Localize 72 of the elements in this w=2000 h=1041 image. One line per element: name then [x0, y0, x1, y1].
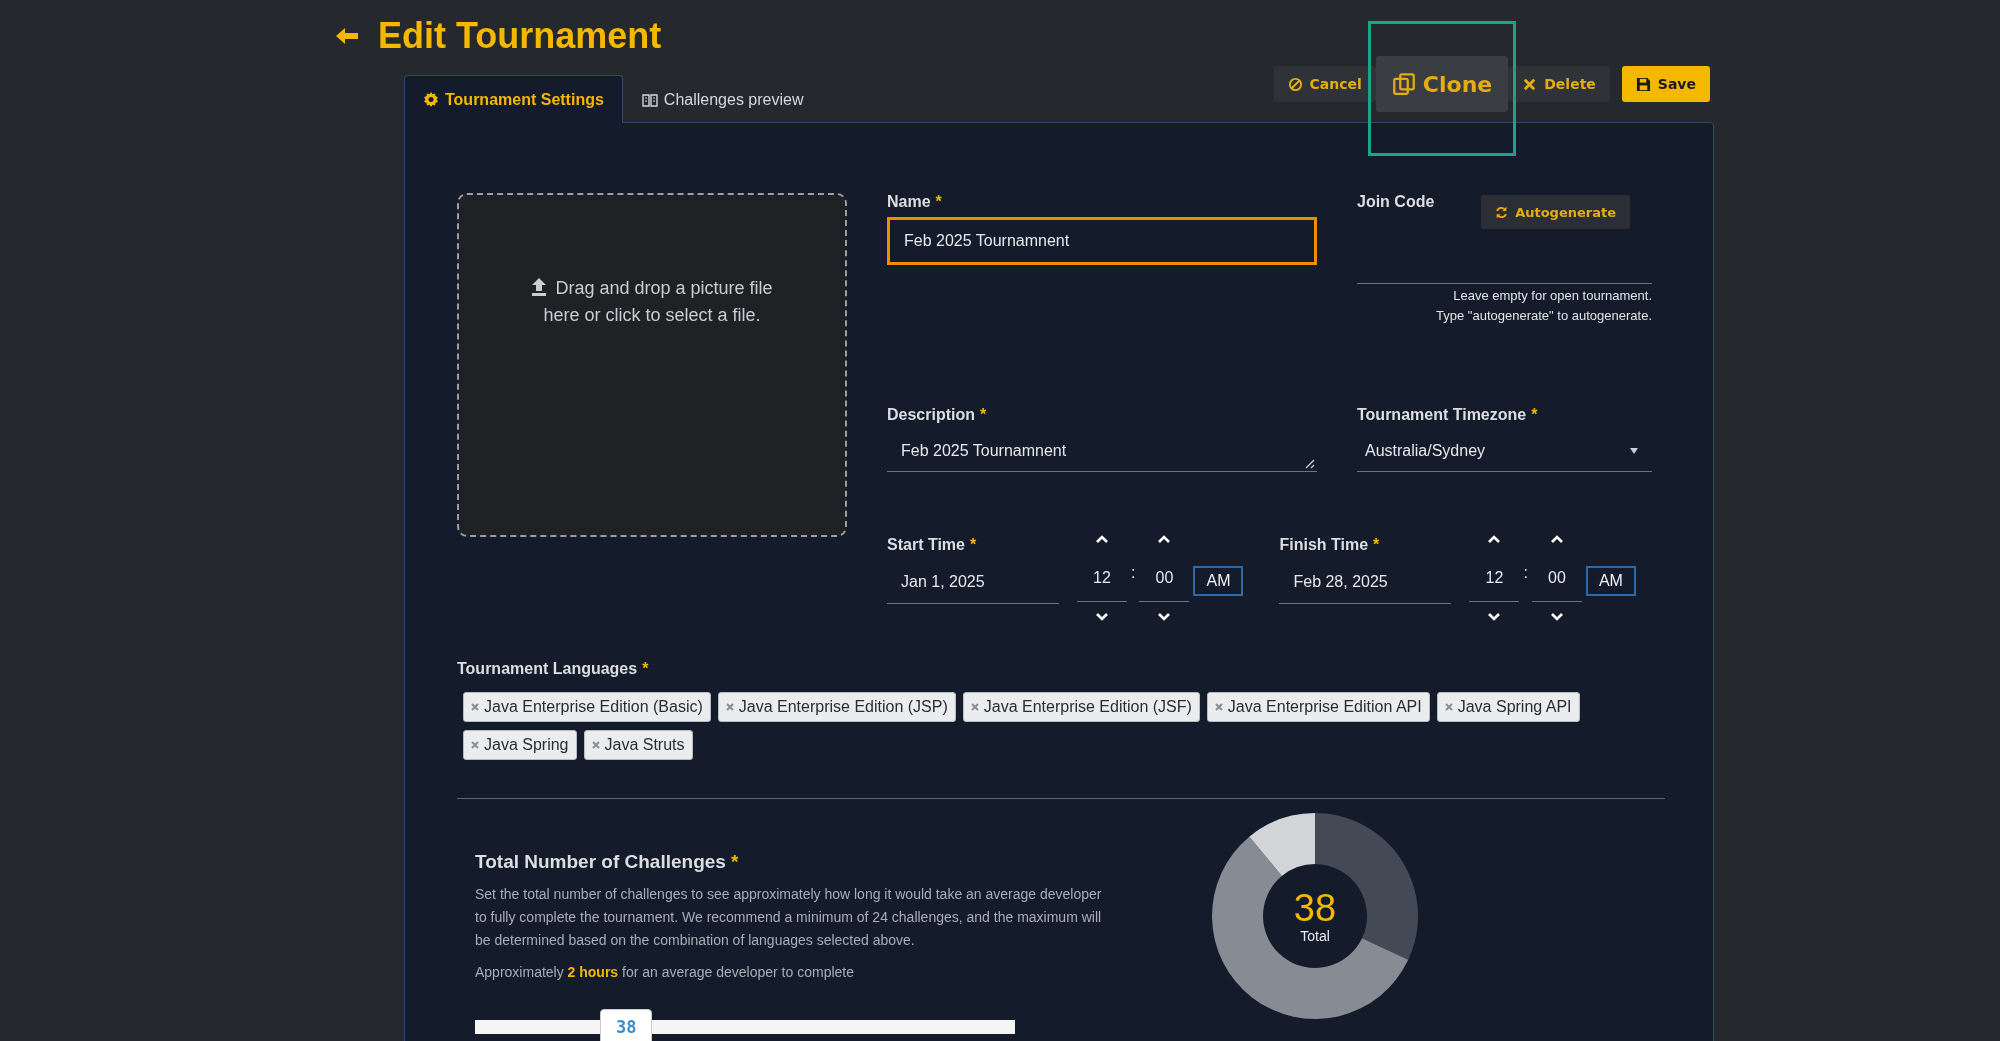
field-label: Tournament Timezone *: [1357, 406, 1539, 424]
hour-input[interactable]: 12: [1469, 554, 1520, 602]
autogenerate-button[interactable]: Autogenerate: [1481, 195, 1630, 229]
remove-icon[interactable]: [1444, 703, 1453, 711]
field-label: Name *: [887, 193, 943, 211]
name-input[interactable]: Feb 2025 Tournamnent: [887, 217, 1317, 265]
tab[interactable]: Tournament Settings: [404, 75, 623, 123]
field-label: Finish Time *: [1279, 536, 1381, 554]
chevron-up-icon: [1549, 534, 1564, 544]
copy-icon: [1391, 72, 1416, 96]
date-input[interactable]: Feb 28, 2025: [1279, 560, 1452, 604]
book-icon: [641, 91, 658, 108]
challenge-slider[interactable]: 38: [475, 1009, 1015, 1041]
minute-input[interactable]: 00: [1139, 554, 1190, 602]
remove-icon[interactable]: [471, 703, 479, 711]
chevron-up-icon: [1157, 534, 1172, 544]
language-tag: Java Struts: [583, 730, 693, 760]
time-separator: :: [1523, 564, 1528, 582]
back-arrow-icon[interactable]: [336, 27, 358, 45]
page-title: Edit Tournament: [378, 15, 662, 57]
gear-icon: [423, 91, 439, 108]
save-icon: [1635, 76, 1651, 92]
chevron-up-icon: [1487, 534, 1502, 544]
total-count: 38: [1293, 888, 1337, 928]
chevron-down-icon: [1095, 612, 1109, 622]
timezone-select[interactable]: Australia/Sydney: [1357, 430, 1652, 472]
chevron-down-icon: [1157, 612, 1172, 622]
delete-button[interactable]: Delete: [1508, 66, 1610, 102]
slider-thumb[interactable]: 38: [600, 1009, 653, 1041]
language-tag: Java Enterprise Edition (JSP): [717, 692, 956, 722]
remove-icon[interactable]: [471, 741, 479, 749]
section-title: Total Number of Challenges *: [475, 851, 740, 873]
am-pm-toggle[interactable]: AM: [1193, 566, 1244, 596]
field-label: Tournament Languages *: [457, 660, 650, 678]
time-separator: :: [1131, 564, 1136, 582]
remove-icon[interactable]: [1214, 703, 1223, 711]
remove-icon[interactable]: [970, 703, 979, 711]
refresh-icon: [1495, 205, 1509, 219]
language-tag: Java Spring: [463, 730, 577, 760]
help-text: Leave empty for open tournament.: [1452, 287, 1652, 305]
resize-handle-icon: [1303, 457, 1315, 469]
close-icon: [1522, 76, 1538, 92]
hour-input[interactable]: 12: [1077, 554, 1127, 602]
field-label: Description *: [887, 406, 988, 424]
save-button[interactable]: Save: [1621, 66, 1710, 102]
tab[interactable]: Challenges preview: [622, 75, 823, 123]
remove-icon[interactable]: [725, 703, 734, 711]
field-label: Start Time *: [887, 536, 978, 554]
field-label: Join Code: [1357, 193, 1435, 211]
dropzone-text: Drag and drop a picture file here or click to select a file.: [517, 275, 787, 535]
description-input[interactable]: Feb 2025 Tournamnent: [887, 430, 1317, 472]
clone-button[interactable]: Clone: [1375, 56, 1509, 112]
minute-input[interactable]: 00: [1531, 554, 1582, 602]
chevron-down-icon: [1487, 612, 1502, 622]
date-input[interactable]: Jan 1, 2025: [887, 560, 1059, 604]
language-tag: Java Enterprise Edition (Basic): [463, 692, 711, 722]
section-description: Set the total number of challenges to see approximately how long it would take an average developer to fully complete the tournament. We recommend a minimum of 24 challenges, and the maximum will be determined based on the combination of languages selected above.: [475, 885, 1103, 950]
help-text: Type "autogenerate" to autogenerate.: [1435, 307, 1652, 325]
chevron-down-icon: [1549, 612, 1564, 622]
dropdown-arrow-icon: [1630, 447, 1638, 454]
am-pm-toggle[interactable]: AM: [1585, 566, 1636, 596]
file-dropzone[interactable]: Drag and drop a picture file here or click to select a file.: [457, 193, 847, 537]
upload-icon: [531, 278, 548, 296]
language-tag: Java Enterprise Edition (JSF): [962, 692, 1200, 722]
cancel-button[interactable]: Cancel: [1273, 66, 1376, 102]
cancel-icon: [1287, 76, 1303, 92]
language-tag: Java Enterprise Edition API: [1206, 692, 1430, 722]
language-tag: Java Spring API: [1436, 692, 1580, 722]
chevron-up-icon: [1095, 534, 1109, 544]
time-estimate: Approximately 2 hours for an average developer to complete: [475, 964, 855, 980]
remove-icon[interactable]: [591, 741, 600, 749]
total-caption: Total: [1300, 928, 1330, 944]
